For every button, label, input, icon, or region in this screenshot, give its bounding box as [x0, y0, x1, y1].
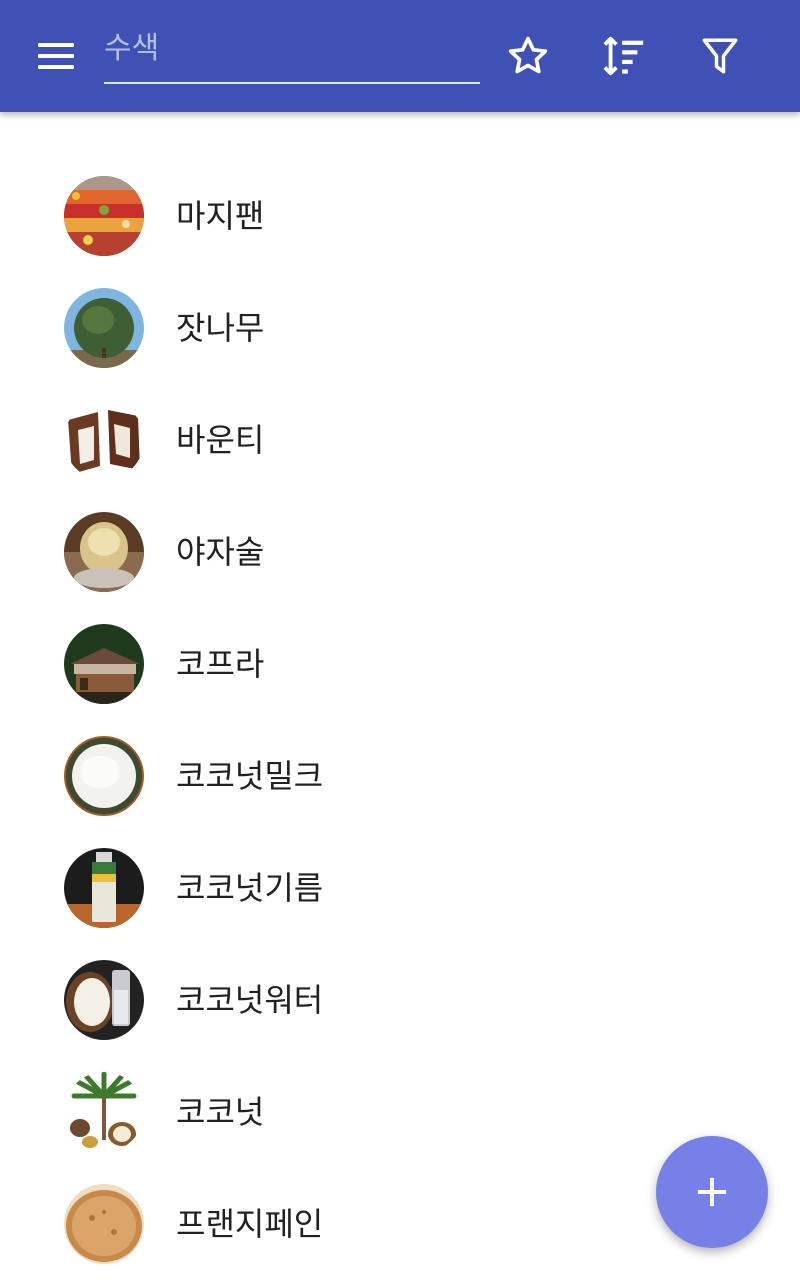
filter-icon	[702, 38, 738, 74]
list-item[interactable]: 코코넛워터	[0, 944, 800, 1056]
item-label: 코코넛	[176, 1093, 265, 1131]
filter-button[interactable]	[688, 24, 752, 88]
menu-button[interactable]	[24, 24, 88, 88]
favorites-button[interactable]	[496, 24, 560, 88]
list-item[interactable]: 코코넛밀크	[0, 720, 800, 832]
glass-drink-photo	[64, 512, 144, 592]
thumbnail	[64, 960, 144, 1040]
item-label: 야자술	[176, 533, 265, 571]
thumbnail	[64, 1072, 144, 1152]
star-outline-icon	[508, 36, 548, 74]
list-item[interactable]: 코프라	[0, 608, 800, 720]
item-label: 마지팬	[176, 197, 265, 235]
oil-bottle-photo	[64, 848, 144, 928]
thumbnail	[64, 400, 144, 480]
app-bar	[0, 0, 800, 112]
item-label: 바운티	[176, 421, 265, 459]
item-label: 프랜지페인	[176, 1205, 324, 1243]
item-label: 코코넛기름	[176, 869, 324, 907]
item-list: 마지팬 잣나무 바운티 야자술 코프라 코코넛밀크 코코넛기름 코코넛워터 코코…	[0, 160, 800, 1280]
thumbnail	[64, 176, 144, 256]
sort-button[interactable]	[592, 24, 656, 88]
thumbnail	[64, 848, 144, 928]
plus-icon	[697, 1177, 727, 1207]
list-item[interactable]: 마지팬	[0, 160, 800, 272]
thumbnail	[64, 1184, 144, 1264]
list-item[interactable]: 잣나무	[0, 272, 800, 384]
thumbnail	[64, 288, 144, 368]
pine-tree-photo	[64, 288, 144, 368]
list-item[interactable]: 코코넛기름	[0, 832, 800, 944]
item-label: 잣나무	[176, 309, 265, 347]
milk-bowl-photo	[64, 736, 144, 816]
item-label: 코프라	[176, 645, 265, 683]
thumbnail	[64, 736, 144, 816]
thumbnail	[64, 512, 144, 592]
thumbnail	[64, 624, 144, 704]
search-field	[104, 20, 480, 84]
add-button[interactable]	[656, 1136, 768, 1248]
coconut-palm-illustration	[64, 1072, 144, 1152]
tart-photo	[64, 1184, 144, 1264]
list-item[interactable]: 바운티	[0, 384, 800, 496]
search-input[interactable]	[104, 20, 480, 76]
coconut-water-photo	[64, 960, 144, 1040]
fruit-market-photo	[64, 176, 144, 256]
item-label: 코코넛밀크	[176, 757, 324, 795]
list-item[interactable]: 야자술	[0, 496, 800, 608]
drying-house-photo	[64, 624, 144, 704]
sort-icon	[603, 36, 644, 76]
item-label: 코코넛워터	[176, 981, 324, 1019]
chocolate-bar-photo	[64, 400, 144, 480]
